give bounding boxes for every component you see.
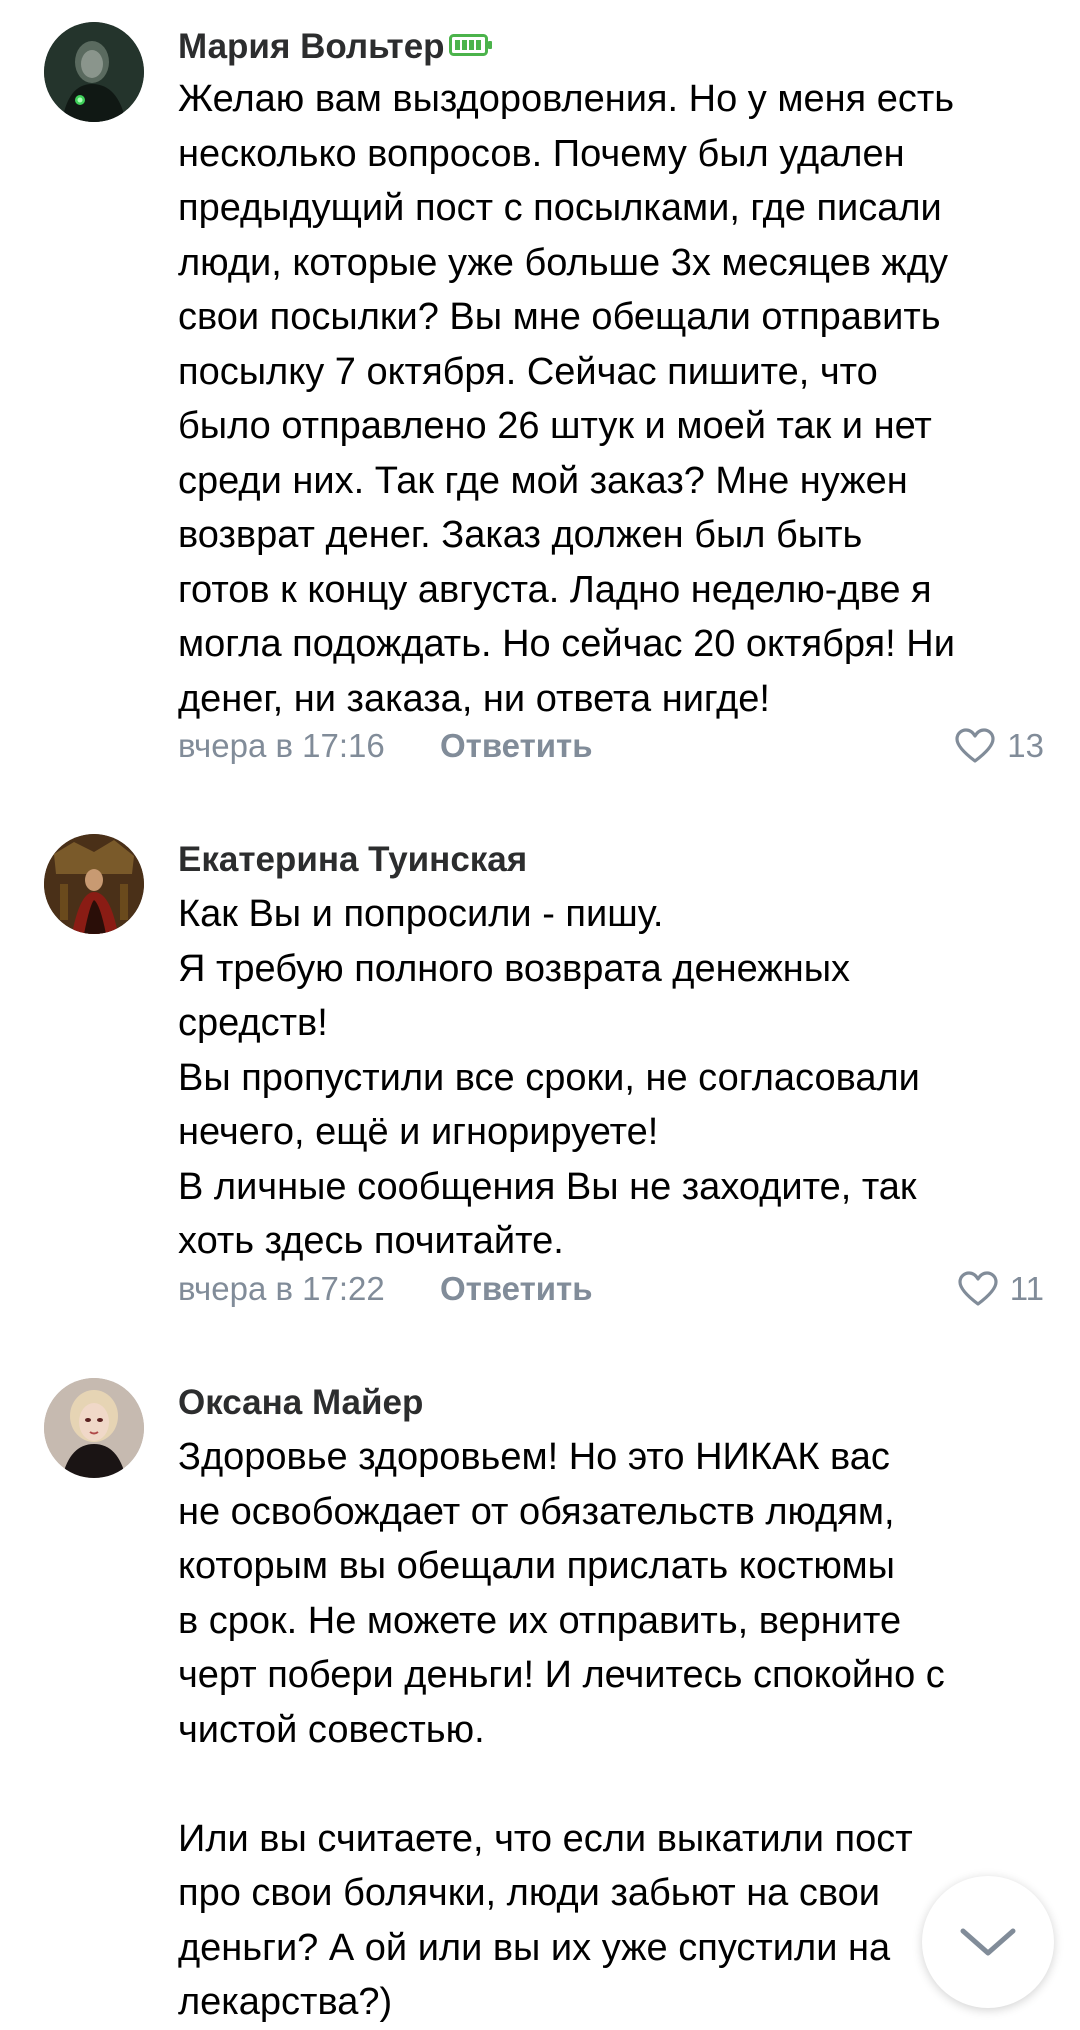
comment-line: лекарства?) — [178, 1981, 393, 2023]
comment-text: Желаю вам выздоровления. Но у меня есть … — [178, 72, 1058, 726]
comment-line: Желаю вам выздоровления. Но у меня есть — [178, 78, 955, 120]
like-button[interactable]: 11 — [958, 1267, 1044, 1311]
comment-author[interactable]: Екатерина Туинская — [178, 840, 527, 880]
comment-line: в срок. Не можете их отправить, верните — [178, 1599, 902, 1642]
heart-outline-icon — [958, 1271, 998, 1306]
comment-author[interactable]: Мария Вольтер — [178, 27, 493, 67]
comment-author[interactable]: Оксана Майер — [178, 1383, 423, 1423]
comment-line: свои посылки? Вы мне обещали отправить — [178, 296, 941, 338]
comment-line: денег, ни заказа, ни ответа нигде! — [178, 677, 770, 720]
comment-line: про свои болячки, люди забьют на свои — [178, 1872, 880, 1914]
comment-line: готов к концу августа. Ладно неделю-две … — [178, 568, 932, 611]
comment-line: Или вы считаете, что если выкатили пост — [178, 1817, 913, 1860]
comment-line: Здоровье здоровьем! Но это НИКАК вас — [178, 1436, 890, 1478]
comment-line: было отправлено 26 штук и моей так и нет — [178, 405, 932, 447]
comment-line: хоть здесь почитайте. — [178, 1220, 564, 1262]
comment-meta: вчера в 17:16 Ответить 13 — [178, 726, 1044, 766]
like-count: 13 — [1007, 727, 1044, 764]
comment-line: В личные сообщения Вы не заходите, так — [178, 1165, 917, 1208]
comment-line: чистой совестью. — [178, 1708, 485, 1751]
like-count: 11 — [1009, 1270, 1044, 1307]
comment-line: которым вы обещали прислать костюмы — [178, 1545, 895, 1587]
chevron-down-icon — [960, 1928, 1016, 1956]
comment-line: несколько вопросов. Почему был удален — [178, 132, 905, 175]
comment-line: возврат денег. Заказ должен был быть — [178, 514, 863, 556]
comment-line: люди, которые уже больше 3х месяцев жду — [178, 241, 949, 284]
comment-line: черт побери деньги! И лечитесь спокойно … — [178, 1654, 945, 1696]
battery-icon — [448, 26, 493, 66]
heart-outline-icon — [955, 728, 995, 763]
comment-meta: вчера в 17:22 Ответить 11 — [178, 1269, 1044, 1309]
comment-line: нечего, ещё и игнорируете! — [178, 1111, 659, 1153]
comment-line: среди них. Так где мой заказ? Мне нужен — [178, 459, 908, 502]
avatar[interactable] — [44, 1378, 144, 1478]
reply-button[interactable]: Ответить — [440, 726, 593, 766]
comment-line: могла подождать. Но сейчас 20 октября! Н… — [178, 623, 955, 665]
avatar[interactable] — [44, 834, 144, 934]
comment-text: Как Вы и попросили - пишу. Я требую полн… — [178, 887, 1058, 1269]
comment-line — [178, 1757, 1058, 1812]
comment-line: средств! — [178, 1002, 328, 1044]
comment-line: посылку 7 октября. Сейчас пишите, что — [178, 350, 878, 393]
comment-time: вчера в 17:16 — [178, 727, 385, 764]
author-name: Екатерина Туинская — [178, 840, 528, 879]
comment-line: Как Вы и попросили - пишу. — [178, 893, 664, 935]
author-name: Оксана Майер — [178, 1383, 424, 1422]
comment-line: не освобождает от обязательств людям, — [178, 1490, 895, 1533]
scroll-down-button[interactable] — [922, 1876, 1054, 2008]
reply-button[interactable]: Ответить — [440, 1269, 593, 1309]
comment-line: Вы пропустили все сроки, не согласовали — [178, 1056, 920, 1099]
comment-line: предыдущий пост с посылками, где писали — [178, 187, 942, 229]
comment-line: Я требую полного возврата денежных — [178, 947, 851, 990]
avatar[interactable] — [44, 22, 144, 122]
comment-time: вчера в 17:22 — [178, 1270, 385, 1307]
author-name: Мария Вольтер — [178, 27, 445, 66]
like-button[interactable]: 13 — [955, 724, 1044, 768]
